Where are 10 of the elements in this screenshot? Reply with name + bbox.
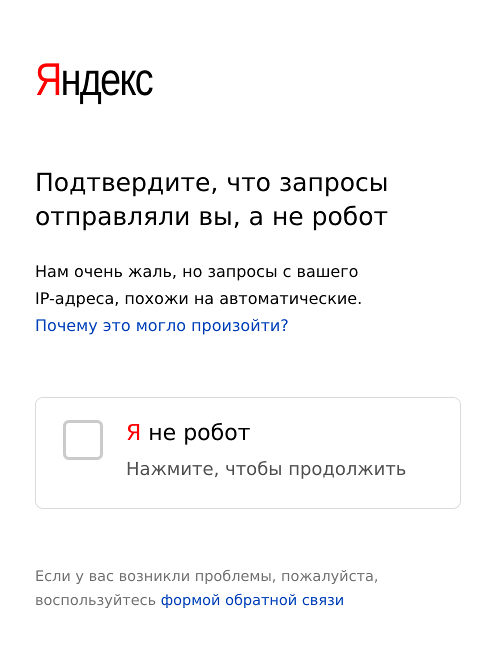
checkbox[interactable]	[63, 420, 103, 460]
heading: Подтвердите, что запросы отправляли вы, а не робот	[35, 167, 390, 233]
captcha-card[interactable]: Я не робот Нажмите, чтобы продолжить	[35, 397, 461, 509]
feedback-link[interactable]: формой обратной связи	[160, 593, 344, 609]
footer-text: Если у вас возникли проблемы, пожалуйста, воспользуйтесь формой обратной связи	[35, 568, 380, 611]
message-text: Нам очень жаль, но запросы с вашего IP-адреса, похожи на автоматические.	[35, 261, 364, 310]
captcha-hint: Нажмите, чтобы продолжить	[126, 458, 406, 482]
logo: Яндекс	[35, 52, 152, 107]
why-link[interactable]: Почему это могло произойти?	[35, 312, 289, 339]
captcha-label: Я не робот	[126, 420, 252, 448]
